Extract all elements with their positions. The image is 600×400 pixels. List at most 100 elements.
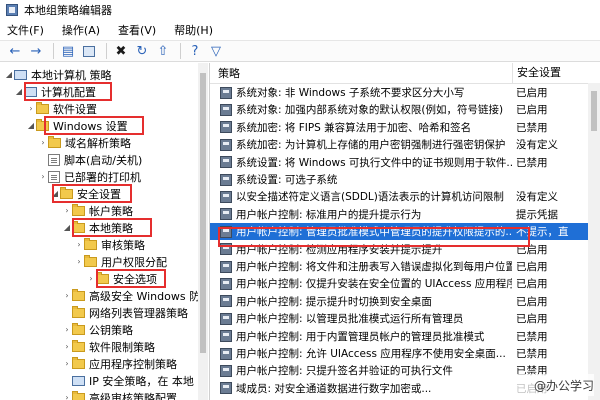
column-header-setting[interactable]: 安全设置 xyxy=(512,63,561,83)
window-title: 本地组策略编辑器 xyxy=(24,4,112,17)
policy-setting-value: 已禁用 xyxy=(516,330,548,343)
policy-name: 系统对象: 非 Windows 子系统不要求区分大小写 xyxy=(236,87,465,99)
menu-view[interactable]: 查看(V) xyxy=(115,21,159,39)
policy-name: 系统设置: 可选子系统 xyxy=(236,174,338,186)
policy-setting-icon xyxy=(220,138,232,151)
tree-item-app-control[interactable]: › 应用程序控制策略 xyxy=(62,355,177,372)
chevron-right-icon: › xyxy=(65,342,69,351)
tree-item-public-key[interactable]: › 公钥策略 xyxy=(62,321,133,338)
tree-item-ip-security[interactable]: IP 安全策略，在 本地 xyxy=(62,372,194,389)
forward-icon[interactable]: → xyxy=(27,42,45,60)
tree-item-audit-policy[interactable]: › 审核策略 xyxy=(74,236,145,253)
scroll-thumb[interactable] xyxy=(591,91,597,131)
menu-bar: 文件(F) 操作(A) 查看(V) 帮助(H) xyxy=(0,20,600,40)
policy-setting-value: 已禁用 xyxy=(516,121,548,134)
tree-item-printers[interactable]: › 已部署的打印机 xyxy=(38,168,141,185)
watermark: @办公学习 xyxy=(484,374,594,396)
toolbar: ← → ▤ ✖ ↻ ⇧ ? ▽ xyxy=(0,40,600,62)
table-row[interactable]: 用户帐户控制: 标准用户的提升提示行为 提示凭据 xyxy=(210,206,600,223)
policy-setting-icon xyxy=(220,295,232,308)
folder-icon xyxy=(36,101,49,114)
list-scrollbar[interactable] xyxy=(588,83,600,400)
chevron-down-icon: ◢ xyxy=(15,87,23,96)
menu-file[interactable]: 文件(F) xyxy=(4,21,47,39)
back-icon[interactable]: ← xyxy=(6,42,24,60)
chevron-right-icon: › xyxy=(41,172,45,181)
policy-setting-value: 没有定义 xyxy=(516,191,558,204)
help-icon[interactable]: ? xyxy=(186,42,204,60)
policy-setting-value: 已禁用 xyxy=(516,156,548,169)
table-row[interactable]: 以安全描述符定义语言(SDDL)语法表示的计算机访问限制 没有定义 xyxy=(210,188,600,205)
annotation-box xyxy=(24,82,112,101)
annotation-box xyxy=(96,269,166,288)
chevron-right-icon: › xyxy=(65,291,69,300)
policy-setting-value: 已启用 xyxy=(516,87,548,99)
chevron-right-icon: › xyxy=(77,240,81,249)
tree-item-network-list[interactable]: 网络列表管理器策略 xyxy=(62,304,188,321)
tree-item-advanced-firewall[interactable]: › 高级安全 Windows 防 xyxy=(62,287,200,304)
chevron-right-icon: › xyxy=(65,325,69,334)
policy-name: 用户帐户控制: 将文件和注册表写入错误虚拟化到每用户位置 xyxy=(236,261,512,273)
annotation-box xyxy=(218,227,530,247)
tree-item-software-settings[interactable]: › 软件设置 xyxy=(26,100,97,117)
policy-setting-icon xyxy=(220,156,232,169)
tree-item-scripts[interactable]: 脚本(启动/关机) xyxy=(38,151,142,168)
toolbar-separator xyxy=(180,43,181,59)
tree-item-software-restriction[interactable]: › 软件限制策略 xyxy=(62,338,155,355)
policy-setting-value: 提示凭据 xyxy=(516,208,558,221)
policy-name: 用户帐户控制: 用于内置管理员帐户的管理员批准模式 xyxy=(236,330,485,343)
tree-item-user-rights[interactable]: › 用户权限分配 xyxy=(74,253,167,270)
policy-setting-value: 已启用 xyxy=(516,313,548,326)
policy-name: 用户帐户控制: 提示提升时切换到安全桌面 xyxy=(236,295,432,308)
policy-setting-icon xyxy=(220,121,232,134)
delete-icon[interactable]: ✖ xyxy=(112,42,130,60)
table-row[interactable]: 用户帐户控制: 仅提升安装在安全位置的 UIAccess 应用程序 已启用 xyxy=(210,275,600,292)
tree-item-local-computer-policy[interactable]: ◢ 本地计算机 策略 xyxy=(4,66,112,83)
table-row[interactable]: 用户帐户控制: 允许 UIAccess 应用程序不使用安全桌面... 已禁用 xyxy=(210,345,600,362)
folder-icon xyxy=(72,339,85,352)
export-icon[interactable]: ⇧ xyxy=(154,42,172,60)
menu-help[interactable]: 帮助(H) xyxy=(171,21,216,39)
policy-setting-icon xyxy=(220,277,232,290)
toolbar-separator xyxy=(53,43,54,59)
chevron-right-icon: › xyxy=(65,393,69,400)
chevron-down-icon: ◢ xyxy=(27,121,35,130)
table-row[interactable]: 系统加密: 为计算机上存储的用户密钥强制进行强密钥保护 没有定义 xyxy=(210,136,600,153)
table-row[interactable]: 用户帐户控制: 用于内置管理员帐户的管理员批准模式 已禁用 xyxy=(210,328,600,345)
folder-icon xyxy=(48,135,61,148)
toolbar-separator xyxy=(106,43,107,59)
policy-list: 策略 安全设置 系统对象: 非 Windows 子系统不要求区分大小写 已启用 系统… xyxy=(210,63,600,400)
folder-icon xyxy=(72,305,85,318)
properties-icon[interactable] xyxy=(80,42,98,60)
column-header-policy[interactable]: 策略 xyxy=(218,65,240,81)
gpedit-app-icon xyxy=(6,4,18,16)
scroll-thumb[interactable] xyxy=(200,73,206,353)
table-row[interactable]: 系统设置: 将 Windows 可执行文件中的证书规则用于软件... 已禁用 xyxy=(210,154,600,171)
table-row[interactable]: 系统加密: 将 FIPS 兼容算法用于加密、哈希和签名 已禁用 xyxy=(210,119,600,136)
table-row[interactable]: 用户帐户控制: 将文件和注册表写入错误虚拟化到每用户位置 已启用 xyxy=(210,258,600,275)
policy-name: 系统对象: 加强内部系统对象的默认权限(例如，符号链接) xyxy=(236,104,504,117)
folder-icon xyxy=(72,288,85,301)
policy-setting-icon xyxy=(220,260,232,273)
policy-icon xyxy=(14,69,27,80)
tree-scrollbar[interactable] xyxy=(198,63,208,400)
policy-name: 以安全描述符定义语言(SDDL)语法表示的计算机访问限制 xyxy=(236,191,504,204)
tree-item-advanced-audit[interactable]: › 高级审核策略配置 xyxy=(62,389,177,400)
list-header: 策略 安全设置 xyxy=(210,63,600,84)
tree-item-account-policies[interactable]: › 帐户策略 xyxy=(62,202,133,219)
table-row[interactable]: 系统对象: 非 Windows 子系统不要求区分大小写 已启用 xyxy=(210,84,600,101)
table-row[interactable]: 用户帐户控制: 提示提升时切换到安全桌面 已启用 xyxy=(210,293,600,310)
tree-item-name-resolution[interactable]: › 域名解析策略 xyxy=(38,134,131,151)
refresh-icon[interactable]: ↻ xyxy=(133,42,151,60)
table-row[interactable]: 用户帐户控制: 以管理员批准模式运行所有管理员 已启用 xyxy=(210,310,600,327)
filter-icon[interactable]: ▽ xyxy=(207,42,225,60)
folder-icon xyxy=(72,356,85,369)
table-row[interactable]: 系统设置: 可选子系统 xyxy=(210,171,600,188)
title-bar: 本地组策略编辑器 xyxy=(0,0,600,20)
policy-setting-value: 已启用 xyxy=(516,295,548,308)
chevron-right-icon: › xyxy=(65,359,69,368)
table-row[interactable]: 系统对象: 加强内部系统对象的默认权限(例如，符号链接) 已启用 xyxy=(210,101,600,118)
menu-action[interactable]: 操作(A) xyxy=(59,21,103,39)
up-icon[interactable]: ▤ xyxy=(59,42,77,60)
printer-icon xyxy=(48,170,60,183)
